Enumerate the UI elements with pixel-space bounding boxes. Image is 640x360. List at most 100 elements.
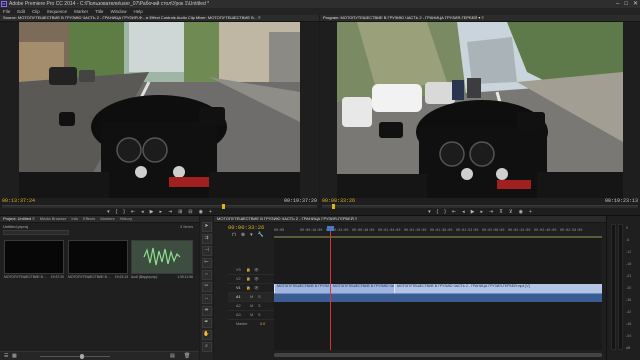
overwrite-icon[interactable]: ⊟ <box>188 209 192 215</box>
tab-markers[interactable]: Markers <box>100 216 114 222</box>
insert-icon[interactable]: ⊞ <box>178 209 182 215</box>
extract-icon[interactable]: ⊻ <box>509 209 513 215</box>
add-marker-icon[interactable]: ▾ <box>250 232 253 238</box>
timeline-timecode[interactable]: 00:00:33:26 <box>228 224 264 231</box>
audio-clip-thumbnail[interactable] <box>131 240 193 274</box>
snap-icon[interactable]: ⊓ <box>232 232 236 238</box>
settings-icon[interactable]: 🔧 <box>258 232 264 238</box>
timeline-playhead[interactable] <box>330 226 331 350</box>
mute-button[interactable]: M <box>250 313 253 317</box>
lock-icon[interactable]: 🔒 <box>246 285 251 290</box>
go-to-out-icon[interactable]: ⇥ <box>168 209 172 215</box>
lock-icon[interactable]: 🔒 <box>246 276 251 281</box>
track-v1[interactable]: V1 🔒 👁 <box>228 284 274 293</box>
step-forward-icon[interactable]: ▸ <box>481 209 484 215</box>
track-a1[interactable]: A1 M S <box>228 293 274 302</box>
selection-tool-icon[interactable]: ➤ <box>201 222 212 232</box>
minimize-icon[interactable]: – <box>616 0 619 8</box>
mute-button[interactable]: M <box>250 304 253 308</box>
list-view-icon[interactable]: ☰ <box>4 353 8 359</box>
tab-info[interactable]: Info <box>71 216 78 222</box>
trash-icon[interactable]: 🗑 <box>184 353 190 359</box>
program-timecode-current[interactable]: 00:00:33:26 <box>322 198 355 204</box>
audio-clip[interactable] <box>394 293 602 302</box>
track-master[interactable]: Master 0.0 <box>228 320 274 329</box>
export-frame-icon[interactable]: ◉ <box>519 209 523 215</box>
maximize-icon[interactable]: □ <box>624 0 628 8</box>
track-area[interactable]: МОТОПУТЕШЕСТВИЕ В ГРУЗИ МОТОПУТЕШЕСТВИЕ … <box>274 226 602 350</box>
go-to-in-icon[interactable]: ⇤ <box>452 209 456 215</box>
video-clip[interactable]: МОТОПУТЕШЕСТВИЕ В ГРУЗИ <box>274 284 330 293</box>
solo-button[interactable]: S <box>258 313 261 317</box>
menu-sequence[interactable]: Sequence <box>47 8 67 15</box>
track-v2[interactable]: V2 🔒 👁 <box>228 275 274 284</box>
menu-help[interactable]: Help <box>133 8 142 15</box>
clip-thumbnail[interactable] <box>4 240 64 274</box>
tab-media-browser[interactable]: Media Browser <box>40 216 67 222</box>
marker-icon[interactable]: ▾ <box>107 209 110 215</box>
slip-tool-icon[interactable]: ↔ <box>201 294 212 304</box>
video-clip[interactable]: МОТОПУТЕШЕСТВИЕ В ГРУЗИЮ ЧА <box>330 284 394 293</box>
lift-icon[interactable]: ⊼ <box>499 209 503 215</box>
solo-button[interactable]: S <box>258 304 261 308</box>
play-icon[interactable]: ▶ <box>471 209 475 215</box>
video-clip[interactable]: МОТОПУТЕШЕСТВИЕ В ГРУЗИЮ ЧАСТЬ 2 - ГРАНИ… <box>394 284 602 293</box>
menu-clip[interactable]: Clip <box>32 8 40 15</box>
project-search-input[interactable] <box>3 230 69 235</box>
program-monitor-header[interactable]: Program: МОТОПУТЕШЕСТВИЕ В ГРУЗИЮ ЧАСТЬ … <box>320 15 640 22</box>
track-select-tool-icon[interactable]: ⇉ <box>201 234 212 244</box>
new-item-icon[interactable]: ▤ <box>170 353 175 359</box>
out-point-icon[interactable]: } <box>123 209 125 215</box>
eye-icon[interactable]: 👁 <box>254 267 259 272</box>
hand-tool-icon[interactable]: ✋ <box>201 330 212 340</box>
menu-marker[interactable]: Marker <box>74 8 88 15</box>
timeline-scrollbar[interactable] <box>274 353 602 357</box>
master-volume[interactable]: 0.0 <box>260 322 265 326</box>
ripple-edit-tool-icon[interactable]: ⊣ <box>201 246 212 256</box>
linked-selection-icon[interactable]: ⊗ <box>241 232 245 238</box>
icon-view-icon[interactable]: ▦ <box>12 353 17 359</box>
go-to-in-icon[interactable]: ⇤ <box>131 209 135 215</box>
tab-project[interactable]: Project: Untitled ≡ <box>3 216 35 222</box>
go-to-out-icon[interactable]: ⇥ <box>489 209 493 215</box>
menu-file[interactable]: File <box>3 8 10 15</box>
timeline-scroll-thumb[interactable] <box>274 353 602 357</box>
menu-edit[interactable]: Edit <box>17 8 25 15</box>
export-frame-icon[interactable]: ◉ <box>199 209 203 215</box>
close-icon[interactable]: ✕ <box>633 0 638 8</box>
program-video-frame[interactable] <box>337 22 623 198</box>
step-forward-icon[interactable]: ▸ <box>160 209 163 215</box>
zoom-tool-icon[interactable]: ⌕ <box>201 342 212 352</box>
mute-button[interactable]: M <box>250 295 253 299</box>
add-icon[interactable]: + <box>209 209 212 215</box>
project-item[interactable]: МОТОПУТЕШЕСТВИЕ В ... 19:23:13 <box>68 240 128 284</box>
clip-thumbnail[interactable] <box>68 240 128 274</box>
eye-icon[interactable]: 👁 <box>254 285 259 290</box>
eye-icon[interactable]: 👁 <box>254 276 259 281</box>
pen-tool-icon[interactable]: ✒ <box>201 318 212 328</box>
add-icon[interactable]: + <box>529 209 532 215</box>
zoom-slider[interactable] <box>40 356 110 357</box>
step-back-icon[interactable]: ◂ <box>141 209 144 215</box>
rate-stretch-tool-icon[interactable]: ⇔ <box>201 270 212 280</box>
out-point-icon[interactable]: } <box>444 209 446 215</box>
source-timecode-current[interactable]: 00:13:37:24 <box>2 198 35 204</box>
timeline-ruler[interactable]: 00:00 00:00:16:00 00:00:32:00 00:00:48:0… <box>274 226 602 238</box>
playhead-handle[interactable] <box>327 226 334 231</box>
slide-tool-icon[interactable]: ⇹ <box>201 306 212 316</box>
project-item[interactable]: Audi (Вирусу.mp) 1:39:11:56 <box>131 240 193 284</box>
in-point-icon[interactable]: { <box>116 209 118 215</box>
menu-window[interactable]: Window <box>110 8 126 15</box>
track-a3[interactable]: A3 M S <box>228 311 274 320</box>
marker-icon[interactable]: ▾ <box>428 209 431 215</box>
tab-history[interactable]: History <box>120 216 132 222</box>
source-monitor-header[interactable]: Source: МОТОПУТЕШЕСТВИЕ В ГРУЗИЮ ЧАСТЬ 2… <box>0 15 319 22</box>
in-point-icon[interactable]: { <box>437 209 439 215</box>
menu-title[interactable]: Title <box>95 8 103 15</box>
audio-clip[interactable] <box>330 293 394 302</box>
tab-effects[interactable]: Effects <box>83 216 95 222</box>
project-item[interactable]: МОТОПУТЕШЕСТВИЕ В ... 19:37:20 <box>4 240 64 284</box>
step-back-icon[interactable]: ◂ <box>462 209 465 215</box>
rolling-edit-tool-icon[interactable]: ⊢ <box>201 258 212 268</box>
razor-tool-icon[interactable]: ✂ <box>201 282 212 292</box>
